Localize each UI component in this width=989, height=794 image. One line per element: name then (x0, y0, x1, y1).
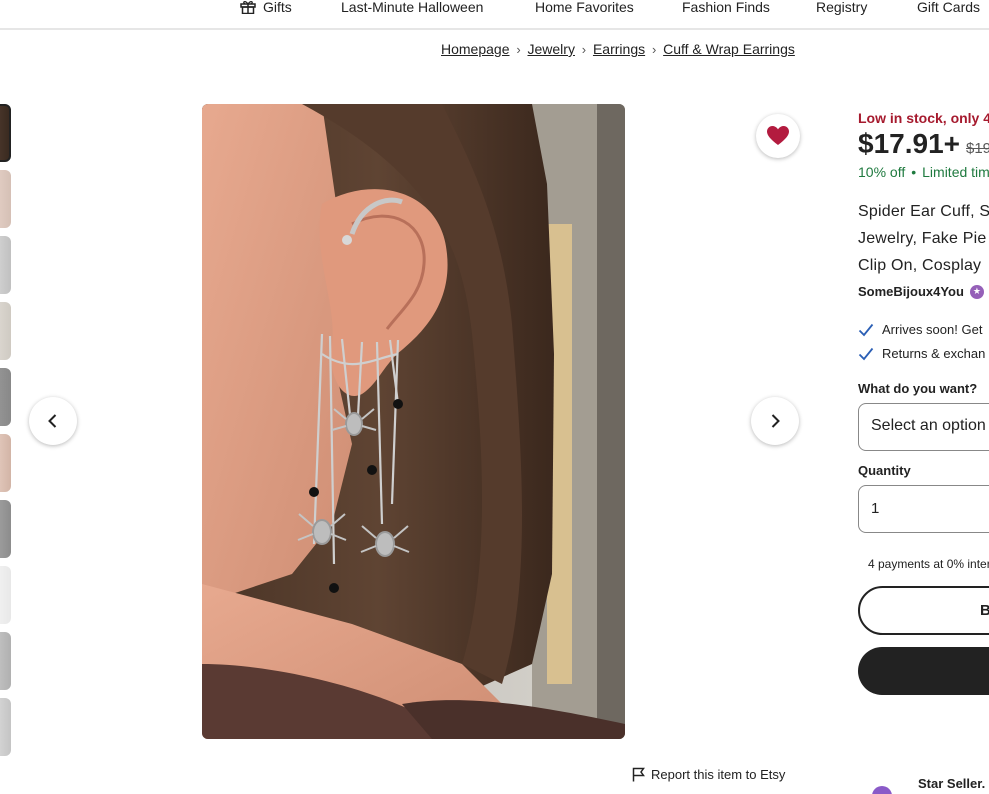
thumbnail-8[interactable] (0, 566, 11, 624)
thumbnail-4[interactable] (0, 302, 11, 360)
quantity-label: Quantity (858, 463, 911, 478)
stock-notice: Low in stock, only 4 l (858, 110, 989, 126)
nav-last-minute-halloween[interactable]: Last-Minute Halloween (341, 0, 483, 15)
chevron-left-icon (48, 414, 57, 428)
shop-name-link[interactable]: SomeBijoux4You (858, 284, 964, 299)
price: $17.91+ (858, 128, 960, 159)
thumbnail-5[interactable] (0, 368, 11, 426)
thumbnail-10[interactable] (0, 698, 11, 756)
payments-info: 4 payments at 0% inter (868, 557, 989, 571)
variant-label: What do you want? (858, 381, 978, 396)
heart-icon (767, 126, 789, 145)
breadcrumb: Homepage › Jewelry › Earrings › Cuff & Wrap Ea… (441, 41, 795, 57)
price-row: $17.91+ $19. (858, 128, 989, 160)
star-seller-icon (872, 786, 892, 794)
thumbnail-6[interactable] (0, 434, 11, 492)
add-to-cart-button[interactable] (858, 647, 989, 695)
discount-separator: • (911, 164, 917, 180)
limited-time-label: Limited tim (922, 164, 989, 180)
gift-icon (240, 1, 256, 14)
quantity-select[interactable]: 1 (858, 485, 989, 533)
nav-gifts[interactable]: Gifts (263, 0, 292, 15)
favorite-button[interactable] (756, 114, 800, 158)
chevron-right-icon (771, 414, 780, 428)
flag-icon (632, 767, 645, 782)
previous-image-button[interactable] (29, 397, 77, 445)
product-title-line: Jewelry, Fake Pie (858, 230, 987, 247)
nav-registry[interactable]: Registry (816, 0, 867, 15)
chevron-right-icon: › (516, 42, 521, 57)
product-title-line: Clip On, Cosplay (858, 257, 982, 274)
product-page: Gifts Last-Minute Halloween Home Favorit… (0, 0, 989, 794)
discount-label: 10% off (858, 164, 906, 180)
star-badge-icon: ★ (969, 284, 984, 299)
thumbnail-2[interactable] (0, 170, 11, 228)
breadcrumb-earrings[interactable]: Earrings (593, 41, 645, 57)
shop-row: SomeBijoux4You ★ (858, 284, 984, 299)
nav-fashion-finds[interactable]: Fashion Finds (682, 0, 770, 15)
nav-home-favorites[interactable]: Home Favorites (535, 0, 634, 15)
discount-row: 10% off • Limited tim (858, 164, 989, 180)
main-product-image[interactable] (202, 104, 625, 739)
thumbnail-1[interactable] (0, 104, 11, 162)
report-item-link[interactable]: Report this item to Etsy (632, 767, 785, 782)
breadcrumb-cuff-wrap-earrings[interactable]: Cuff & Wrap Earrings (663, 41, 795, 57)
feature-arrives-soon: Arrives soon! Get (858, 322, 982, 337)
breadcrumb-homepage[interactable]: Homepage (441, 41, 510, 57)
check-icon (858, 347, 874, 360)
feature-returns: Returns & exchan (858, 346, 985, 361)
feature-label: Returns & exchan (882, 346, 986, 361)
original-price: $19. (966, 140, 989, 157)
product-photo (202, 104, 625, 739)
chevron-right-icon: › (581, 42, 587, 57)
report-item-label: Report this item to Etsy (651, 767, 786, 782)
thumbnail-7[interactable] (0, 500, 11, 558)
check-icon (858, 323, 874, 336)
chevron-right-icon: › (651, 42, 657, 57)
variant-select[interactable]: Select an option (858, 403, 989, 451)
star-seller-label: Star Seller. (918, 776, 986, 791)
product-title-line: Spider Ear Cuff, S (858, 203, 989, 220)
product-title: Spider Ear Cuff, S Jewelry, Fake Pie Cli… (858, 198, 989, 279)
buy-now-button[interactable]: B (858, 586, 989, 635)
feature-label: Arrives soon! Get (882, 322, 983, 337)
top-nav: Gifts Last-Minute Halloween Home Favorit… (0, 0, 989, 30)
nav-gift-cards[interactable]: Gift Cards (917, 0, 980, 15)
thumbnail-3[interactable] (0, 236, 11, 294)
thumbnail-9[interactable] (0, 632, 11, 690)
next-image-button[interactable] (751, 397, 799, 445)
breadcrumb-jewelry[interactable]: Jewelry (528, 41, 575, 57)
